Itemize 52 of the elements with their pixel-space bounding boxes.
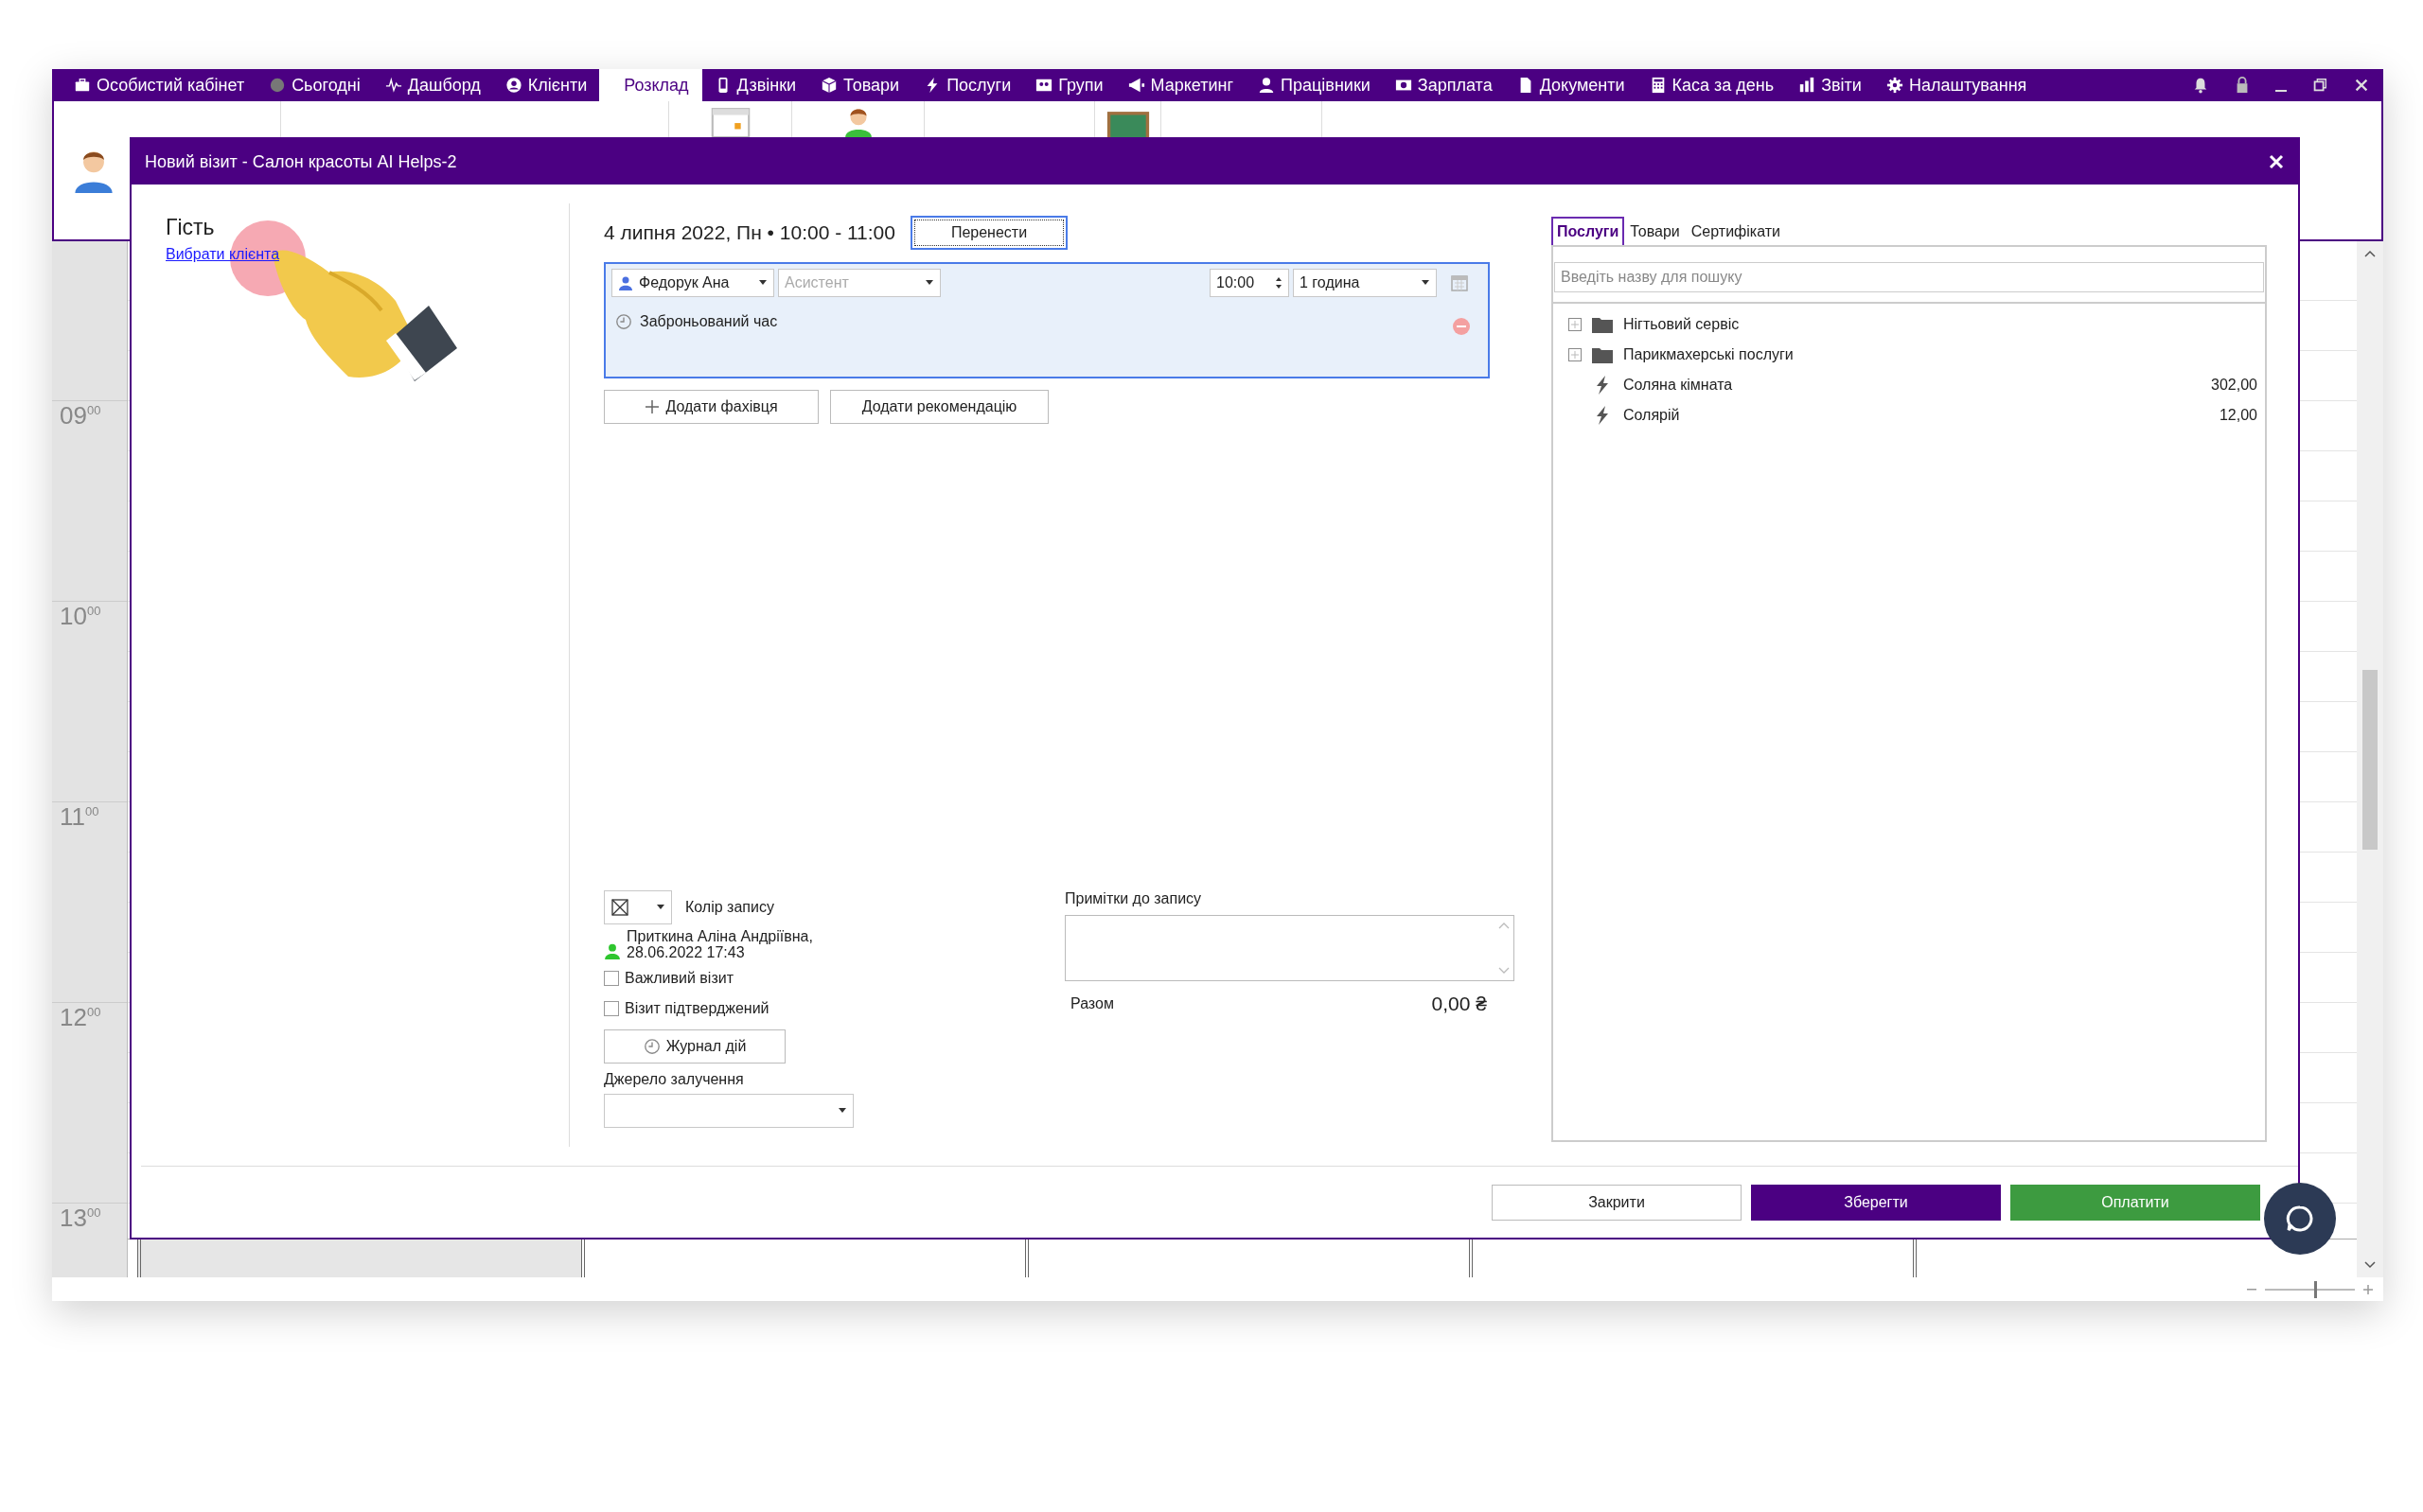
total-label: Разом: [1070, 994, 1114, 1012]
menu-item[interactable]: Зарплата: [1382, 69, 1505, 101]
menu-item[interactable]: Клієнти: [492, 69, 600, 101]
menu-item[interactable]: Товари: [808, 69, 912, 101]
time-spinner[interactable]: 10:00: [1210, 269, 1289, 297]
tab[interactable]: Сертифікати: [1685, 217, 1786, 245]
menu-item[interactable]: Сьогодні: [256, 69, 373, 101]
checkbox-row[interactable]: Важливий візит: [604, 965, 734, 992]
total-value: 0,00 ₴: [1431, 992, 1487, 1015]
save-button[interactable]: Зберегти: [1751, 1184, 2001, 1221]
tree-item[interactable]: Нігтьовий сервіс: [1553, 309, 2265, 340]
add-specialist-button[interactable]: Додати фахівця: [604, 390, 819, 424]
dialog-title: Новий візит - Салон красоты AI Helps-2: [145, 151, 457, 172]
menu-item[interactable]: Звіти: [1786, 69, 1874, 101]
menu-item[interactable]: Налаштування: [1873, 69, 2040, 101]
checkbox-row[interactable]: Візит підтверджений: [604, 995, 769, 1022]
menu-item[interactable]: Послуги: [911, 69, 1024, 101]
time-label: 10$^{00}$: [60, 602, 101, 630]
tree-item[interactable]: Соляна кімната 302,00: [1553, 370, 2265, 400]
time-label: 09$^{00}$: [60, 401, 101, 430]
search-field[interactable]: Введіть назву для пошуку: [1554, 262, 2264, 292]
time-label: 13$^{00}$: [60, 1204, 101, 1232]
pay-button[interactable]: Оплатити: [2010, 1184, 2260, 1221]
guest-heading: Гість: [166, 215, 216, 240]
select-client-link[interactable]: Вибрати клієнта: [166, 246, 280, 262]
menu-item[interactable]: Працівники: [1246, 69, 1383, 101]
menu-item[interactable]: Каса за день: [1636, 69, 1787, 101]
tree-item[interactable]: Солярій 12,00: [1553, 400, 2265, 431]
menu-item[interactable]: Дашборд: [372, 69, 493, 101]
menu-item[interactable]: Дзвінки: [701, 69, 809, 101]
tree-item[interactable]: Парикмахерські послуги: [1553, 340, 2265, 370]
time-label: 12$^{00}$: [60, 1003, 101, 1031]
time-label: 11$^{00}$: [60, 802, 99, 831]
notes-label: Примітки до запису: [1065, 889, 1202, 907]
created-by-text: Приткина Аліна Андріївна, 28.06.2022 17:43: [627, 927, 814, 961]
specialist-dropdown[interactable]: Федорук Ана: [611, 269, 774, 297]
reschedule-button[interactable]: Перенести: [911, 216, 1068, 250]
menu-item[interactable]: Документи: [1504, 69, 1637, 101]
duration-dropdown[interactable]: 1 година: [1293, 269, 1437, 297]
tab[interactable]: Товари: [1624, 217, 1686, 245]
menu-item[interactable]: Розклад: [599, 69, 702, 101]
booking-status: Заброньований час: [640, 313, 778, 330]
action-log-button[interactable]: Журнал дій: [604, 1029, 786, 1064]
menu-item[interactable]: Маркетинг: [1115, 69, 1247, 101]
color-label: Колір запису: [685, 898, 774, 916]
tab[interactable]: Послуги: [1551, 217, 1625, 245]
visit-datetime: 4 липня 2022, Пн • 10:00 - 11:00: [604, 221, 895, 244]
add-recommendation-button[interactable]: Додати рекомендацію: [830, 390, 1049, 424]
menu-item[interactable]: Особистий кабінет: [62, 69, 257, 101]
source-label: Джерело залучення: [604, 1071, 744, 1088]
close-button[interactable]: Закрити: [1492, 1184, 1742, 1221]
menu-item[interactable]: Групи: [1023, 69, 1116, 101]
